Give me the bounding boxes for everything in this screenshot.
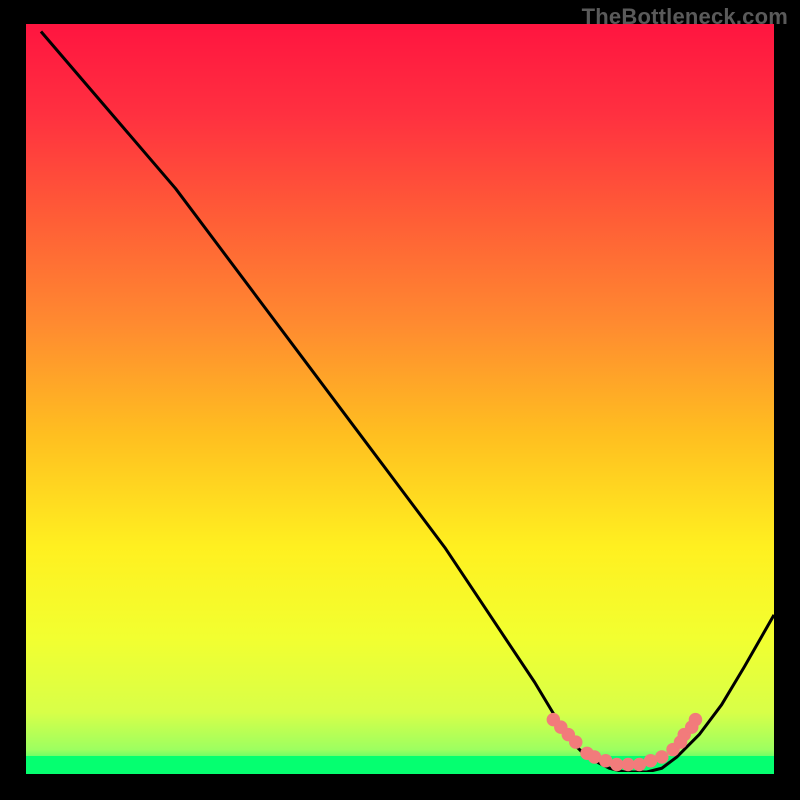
watermark-text: TheBottleneck.com <box>582 4 788 30</box>
valley-marker-dot <box>655 750 668 763</box>
plot-area <box>26 24 774 774</box>
chart-frame: TheBottleneck.com <box>0 0 800 800</box>
valley-marker-dot <box>569 735 582 748</box>
valley-marker-dot <box>689 713 702 726</box>
valley-markers <box>26 24 774 772</box>
